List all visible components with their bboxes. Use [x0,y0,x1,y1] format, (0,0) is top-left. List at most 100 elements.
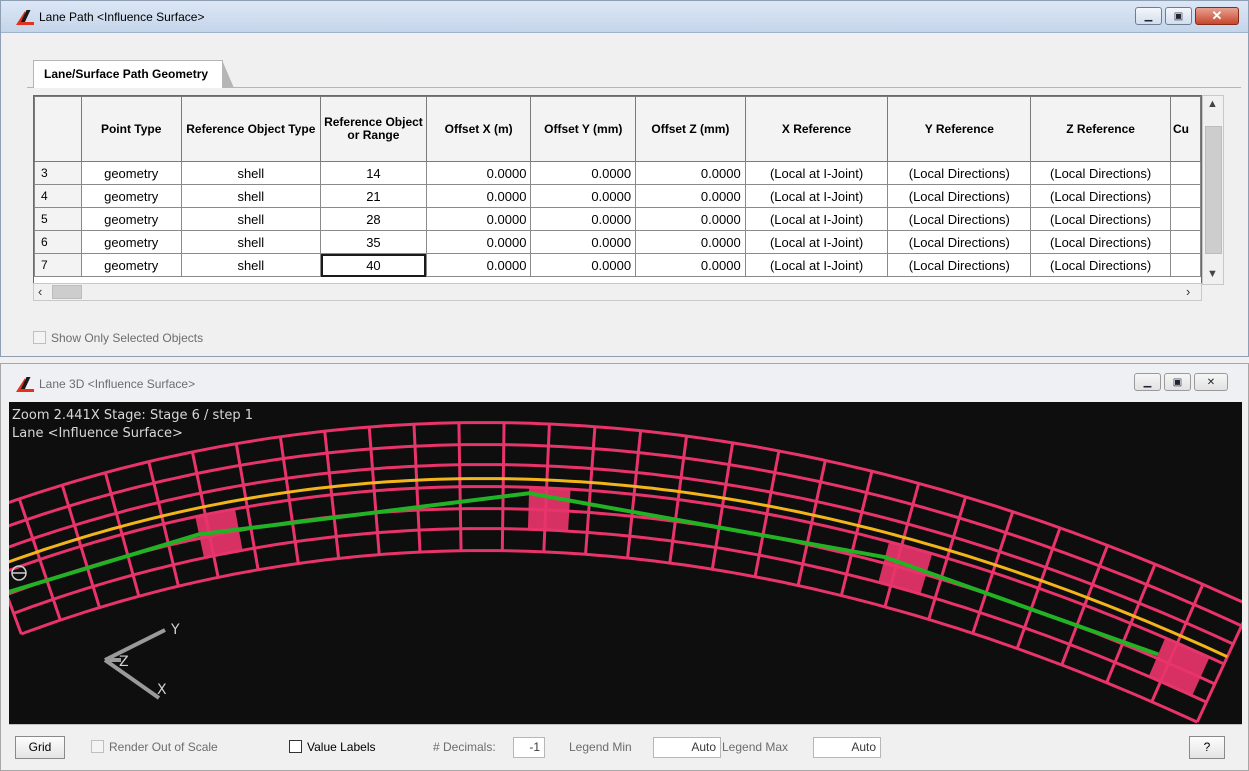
value-labels-checkbox[interactable] [289,740,302,753]
column-header[interactable]: Offset Y (mm) [530,96,637,162]
reference-type-cell[interactable]: shell [180,207,322,231]
mesh-transverse-line [457,422,463,551]
offset-z-cell[interactable]: 0.0000 [635,253,746,277]
restore-icon[interactable]: ▣ [1165,7,1192,25]
column-header[interactable]: Y Reference [887,96,1032,162]
row-header[interactable]: 3 [34,161,82,185]
offset-z-cell[interactable]: 0.0000 [635,184,746,208]
offset-y-cell[interactable]: 0.0000 [530,253,637,277]
path-geometry-table[interactable]: Point Type Reference Object Type Referen… [33,95,1202,285]
point-type-cell[interactable]: geometry [80,230,182,254]
help-button[interactable]: ? [1189,736,1225,759]
column-header[interactable]: Reference Object or Range [320,96,427,162]
x-reference-cell[interactable]: (Local at I-Joint) [744,230,889,254]
scroll-left-icon[interactable]: ‹ [38,284,42,299]
offset-z-cell[interactable]: 0.0000 [635,161,746,185]
continuation-cell[interactable] [1170,230,1201,254]
z-reference-cell[interactable]: (Local Directions) [1030,184,1171,208]
table-row[interactable]: 4 geometry shell 21 0.0000 0.0000 0.0000 (Local… [34,184,1201,208]
column-header[interactable]: Offset X (m) [425,96,532,162]
column-header[interactable]: Point Type [80,96,182,162]
reference-object-cell[interactable]: 40 [320,253,427,277]
render-out-of-scale-checkbox[interactable] [91,740,104,753]
x-reference-cell[interactable]: (Local at I-Joint) [744,253,889,277]
continuation-cell[interactable] [1170,161,1201,185]
scroll-up-icon[interactable]: ▲ [1207,98,1218,110]
reference-type-cell[interactable]: shell [180,161,322,185]
offset-y-cell[interactable]: 0.0000 [530,161,637,185]
continuation-cell[interactable] [1170,207,1201,231]
row-header[interactable]: 6 [34,230,82,254]
column-header[interactable]: Cu [1170,96,1201,162]
reference-type-cell[interactable]: shell [180,184,322,208]
reference-type-cell[interactable]: shell [180,230,322,254]
offset-x-cell[interactable]: 0.0000 [425,253,532,277]
corner-header[interactable] [34,96,82,162]
column-header[interactable]: Offset Z (mm) [635,96,746,162]
legend-min-field[interactable]: Auto [653,737,721,758]
x-reference-cell[interactable]: (Local at I-Joint) [744,184,889,208]
y-reference-cell[interactable]: (Local Directions) [887,161,1032,185]
row-header[interactable]: 7 [34,253,82,277]
point-type-cell[interactable]: geometry [80,161,182,185]
table-row[interactable]: 5 geometry shell 28 0.0000 0.0000 0.0000 (Local… [34,207,1201,231]
offset-y-cell[interactable]: 0.0000 [530,184,637,208]
point-type-cell[interactable]: geometry [80,207,182,231]
y-reference-cell[interactable]: (Local Directions) [887,230,1032,254]
close-icon[interactable]: ✕ [1194,373,1228,391]
table-row[interactable]: 7 geometry shell 40 0.0000 0.0000 0.0000 (Local… [34,253,1201,277]
z-reference-cell[interactable]: (Local Directions) [1030,207,1171,231]
3d-view-canvas[interactable]: YZX Zoom 2.441X Stage: Stage 6 / step 1 … [9,402,1242,724]
offset-x-cell[interactable]: 0.0000 [425,230,532,254]
continuation-cell[interactable] [1170,253,1201,277]
grid-button[interactable]: Grid [15,736,65,759]
horizontal-scrollbar[interactable]: ‹ › [33,283,1202,301]
offset-z-cell[interactable]: 0.0000 [635,207,746,231]
z-reference-cell[interactable]: (Local Directions) [1030,230,1171,254]
scroll-thumb[interactable] [1205,126,1222,254]
table-row[interactable]: 6 geometry shell 35 0.0000 0.0000 0.0000 (Local… [34,230,1201,254]
show-only-selected-checkbox[interactable] [33,331,46,344]
z-reference-cell[interactable]: (Local Directions) [1030,253,1171,277]
row-header[interactable]: 4 [34,184,82,208]
reference-type-cell[interactable]: shell [180,253,322,277]
reference-object-cell[interactable]: 14 [320,161,427,185]
z-reference-cell[interactable]: (Local Directions) [1030,161,1171,185]
column-header[interactable]: X Reference [744,96,889,162]
minimize-icon[interactable]: ▁ [1134,373,1161,391]
offset-x-cell[interactable]: 0.0000 [425,184,532,208]
x-reference-cell[interactable]: (Local at I-Joint) [744,207,889,231]
reference-object-cell[interactable]: 28 [320,207,427,231]
scroll-thumb[interactable] [52,285,82,299]
minimize-icon[interactable]: ▁ [1135,7,1162,25]
point-type-cell[interactable]: geometry [80,184,182,208]
restore-icon[interactable]: ▣ [1164,373,1191,391]
y-reference-cell[interactable]: (Local Directions) [887,184,1032,208]
offset-x-cell[interactable]: 0.0000 [425,207,532,231]
reference-object-cell[interactable]: 35 [320,230,427,254]
legend-max-field[interactable]: Auto [813,737,881,758]
offset-y-cell[interactable]: 0.0000 [530,207,637,231]
column-header[interactable]: Z Reference [1030,96,1171,162]
y-reference-cell[interactable]: (Local Directions) [887,207,1032,231]
y-reference-cell[interactable]: (Local Directions) [887,253,1032,277]
continuation-cell[interactable] [1170,184,1201,208]
point-type-cell[interactable]: geometry [80,253,182,277]
x-reference-cell[interactable]: (Local at I-Joint) [744,161,889,185]
legend-min-label: Legend Min [569,740,632,754]
close-icon[interactable]: ✕ [1195,7,1239,25]
scroll-right-icon[interactable]: › [1186,284,1190,299]
title-bar[interactable]: Lane Path <Influence Surface> ▁ ▣ ✕ [1,1,1248,33]
tab-lane-surface-path-geometry[interactable]: Lane/Surface Path Geometry [33,60,235,88]
offset-z-cell[interactable]: 0.0000 [635,230,746,254]
offset-x-cell[interactable]: 0.0000 [425,161,532,185]
vertical-scrollbar[interactable]: ▲ ▼ [1202,95,1224,285]
reference-object-cell[interactable]: 21 [320,184,427,208]
title-bar[interactable]: Lane 3D <Influence Surface> ▁ ▣ ✕ [1,364,1248,402]
decimals-field[interactable]: -1 [513,737,545,758]
column-header[interactable]: Reference Object Type [180,96,322,162]
offset-y-cell[interactable]: 0.0000 [530,230,637,254]
scroll-down-icon[interactable]: ▼ [1207,268,1218,280]
row-header[interactable]: 5 [34,207,82,231]
table-row[interactable]: 3 geometry shell 14 0.0000 0.0000 0.0000 (Local… [34,161,1201,185]
